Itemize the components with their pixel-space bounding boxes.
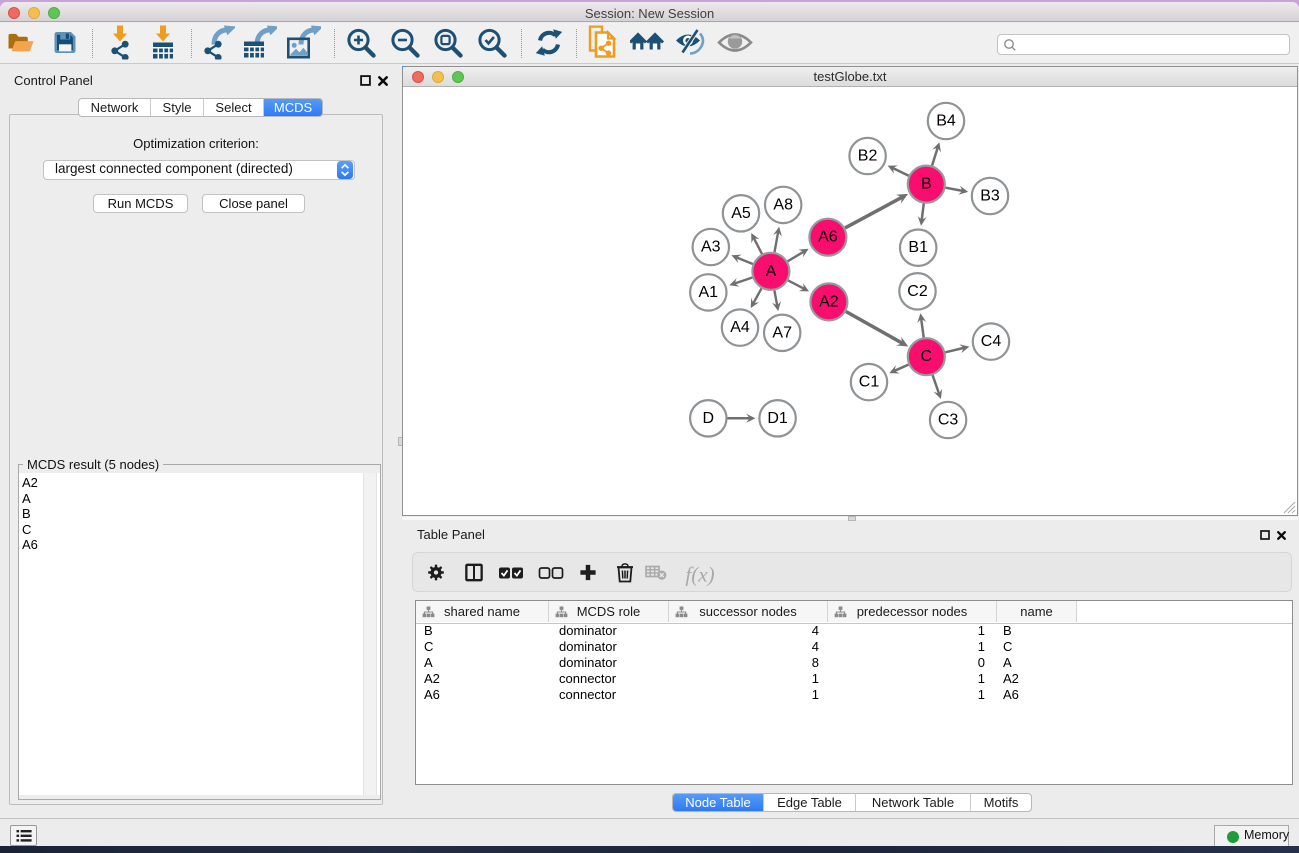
svg-text:B: B bbox=[921, 176, 932, 193]
svg-text:B1: B1 bbox=[909, 240, 929, 257]
svg-text:A1: A1 bbox=[699, 284, 719, 301]
svg-text:B4: B4 bbox=[937, 113, 957, 130]
svg-text:C3: C3 bbox=[938, 412, 959, 429]
svg-text:A3: A3 bbox=[701, 239, 721, 256]
svg-text:A2: A2 bbox=[819, 294, 839, 311]
svg-text:B2: B2 bbox=[858, 148, 878, 165]
svg-text:D: D bbox=[703, 410, 715, 427]
svg-text:A7: A7 bbox=[773, 325, 793, 342]
svg-text:C1: C1 bbox=[859, 374, 880, 391]
svg-text:A5: A5 bbox=[732, 205, 752, 222]
svg-text:C: C bbox=[921, 349, 933, 366]
svg-text:C4: C4 bbox=[981, 333, 1002, 350]
svg-text:B3: B3 bbox=[981, 188, 1001, 205]
svg-text:A6: A6 bbox=[818, 229, 838, 246]
svg-text:A4: A4 bbox=[731, 319, 751, 336]
svg-text:C2: C2 bbox=[908, 283, 929, 300]
svg-text:A: A bbox=[766, 263, 777, 280]
svg-text:A8: A8 bbox=[774, 197, 794, 214]
svg-text:D1: D1 bbox=[768, 410, 789, 427]
